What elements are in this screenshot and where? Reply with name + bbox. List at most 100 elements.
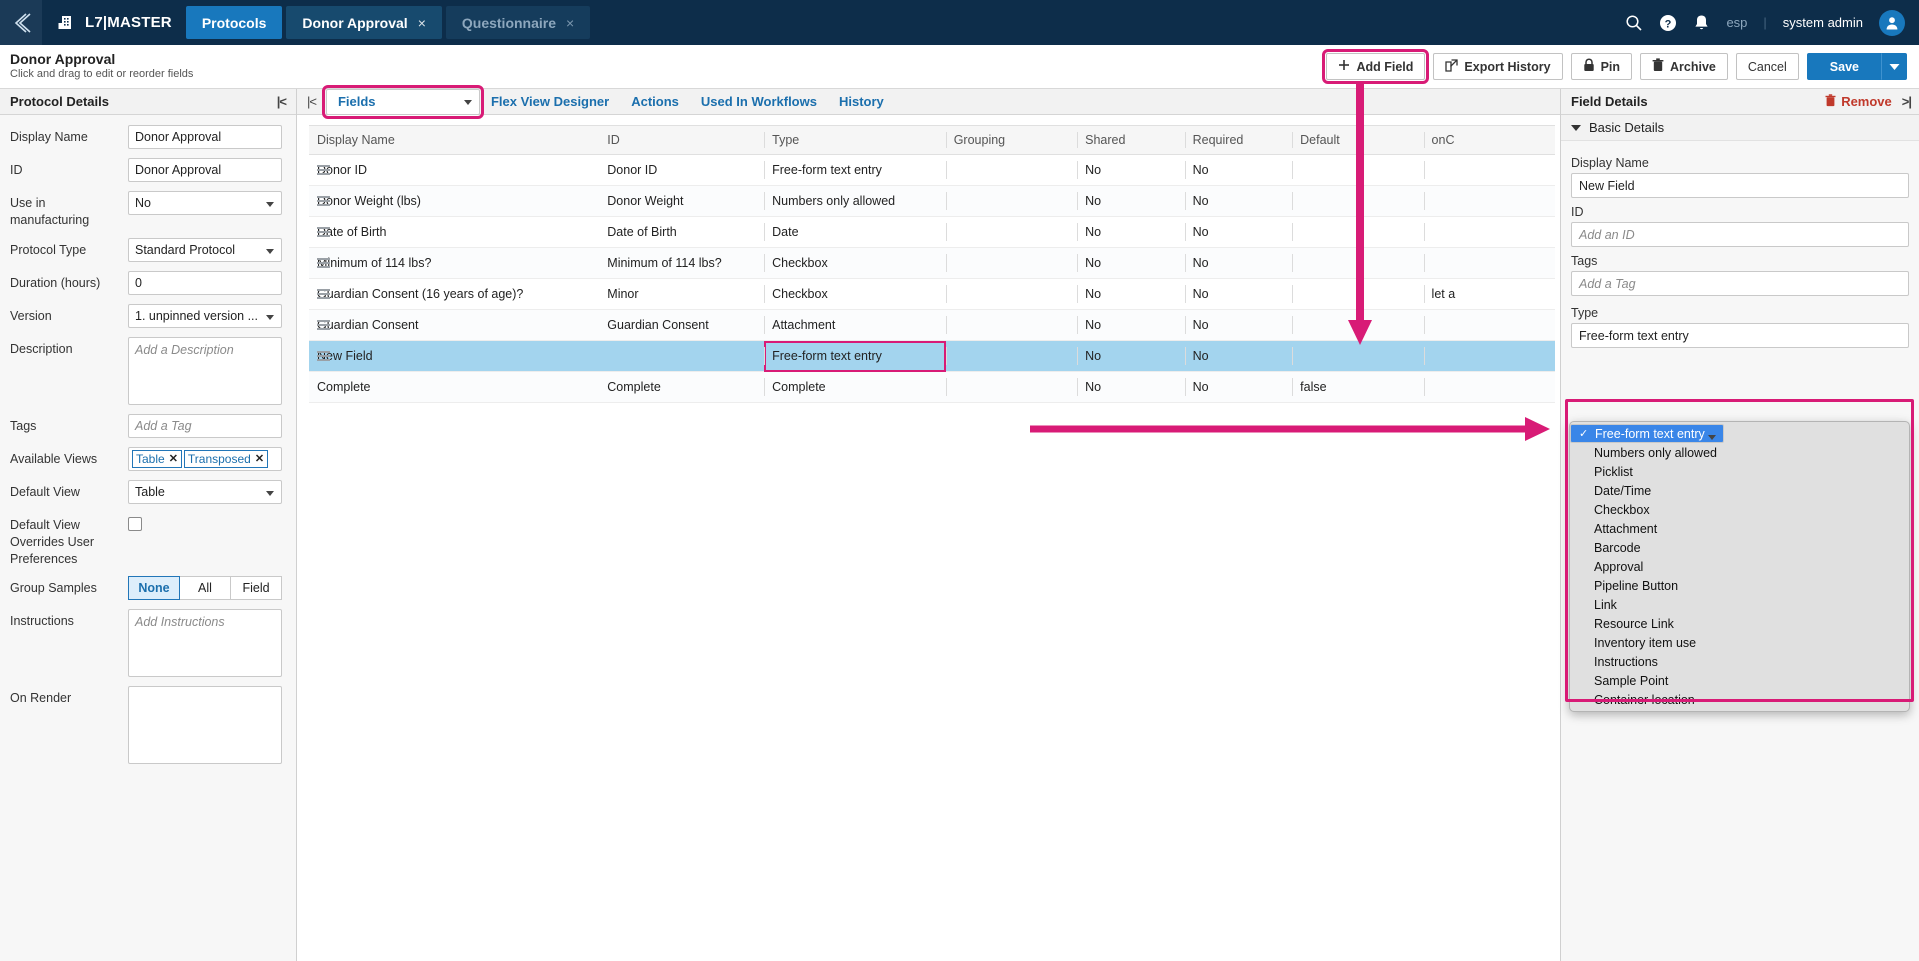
- pin-button[interactable]: Pin: [1570, 53, 1633, 80]
- avatar[interactable]: [1879, 9, 1905, 36]
- type-option-resource-link[interactable]: Resource Link: [1570, 614, 1909, 633]
- collapse-right-icon[interactable]: >|: [1902, 94, 1912, 109]
- type-option-picklist[interactable]: Picklist: [1570, 462, 1909, 481]
- col-grouping[interactable]: Grouping: [945, 125, 1078, 155]
- drag-handle-icon[interactable]: [317, 289, 330, 299]
- default-view-override-checkbox[interactable]: [128, 516, 142, 531]
- tab-fields[interactable]: Fields: [321, 84, 484, 119]
- collapse-left-icon[interactable]: |<: [301, 94, 326, 109]
- close-icon[interactable]: ×: [566, 15, 574, 31]
- drag-handle-icon[interactable]: [317, 165, 330, 175]
- drag-handle-icon[interactable]: [317, 320, 330, 330]
- language-selector[interactable]: esp: [1726, 15, 1747, 30]
- type-option-numbers-only-allowed[interactable]: Numbers only allowed: [1570, 443, 1909, 462]
- available-views-chips[interactable]: Table ✕ Transposed ✕: [128, 446, 282, 471]
- nav-tab-protocols[interactable]: Protocols: [185, 6, 283, 39]
- default-view-select[interactable]: Table: [128, 479, 282, 504]
- table-row[interactable]: Complete Complete Complete No No false: [309, 371, 1555, 403]
- type-option-link[interactable]: Link: [1570, 595, 1909, 614]
- group-samples-option-all[interactable]: All: [180, 576, 231, 601]
- field-default-view-override: Default View Overrides User Preferences: [10, 513, 282, 568]
- nav-back-button[interactable]: [0, 0, 42, 45]
- type-option-free-form-text-entry[interactable]: Free-form text entry: [1570, 424, 1724, 443]
- group-samples-option-field[interactable]: Field: [231, 576, 282, 601]
- drag-handle-icon[interactable]: [317, 351, 330, 361]
- table-row[interactable]: Minimum of 114 lbs? Minimum of 114 lbs? …: [309, 247, 1555, 279]
- col-shared[interactable]: Shared: [1077, 125, 1185, 155]
- type-option-instructions[interactable]: Instructions: [1570, 652, 1909, 671]
- remove-button[interactable]: Remove: [1825, 93, 1892, 110]
- on-render-editor[interactable]: [128, 686, 282, 765]
- type-option-date-time[interactable]: Date/Time: [1570, 481, 1909, 500]
- fd-display-name-input[interactable]: New Field: [1571, 173, 1909, 198]
- table-row-selected[interactable]: New Field Free-form text entry No No: [309, 340, 1555, 372]
- duration-input[interactable]: 0: [128, 270, 282, 295]
- type-option-checkbox[interactable]: Checkbox: [1570, 500, 1909, 519]
- user-avatar-icon: [1886, 16, 1898, 29]
- col-required[interactable]: Required: [1184, 125, 1293, 155]
- export-history-button[interactable]: Export History: [1433, 53, 1563, 80]
- type-dropdown-list[interactable]: Free-form text entry Numbers only allowe…: [1569, 421, 1910, 712]
- type-option-barcode[interactable]: Barcode: [1570, 538, 1909, 557]
- use-in-manufacturing-select[interactable]: No: [128, 191, 282, 215]
- tab-actions[interactable]: Actions: [620, 89, 690, 115]
- drag-handle-icon[interactable]: [317, 196, 330, 206]
- table-row[interactable]: Guardian Consent Guardian Consent Attach…: [309, 309, 1555, 341]
- close-icon[interactable]: ×: [418, 15, 426, 31]
- table-row[interactable]: Donor Weight (lbs) Donor Weight Numbers …: [309, 185, 1555, 217]
- row-type[interactable]: Free-form text entry: [764, 340, 946, 372]
- table-row[interactable]: Guardian Consent (16 years of age)? Mino…: [309, 278, 1555, 310]
- col-default[interactable]: Default: [1292, 125, 1424, 155]
- nav-tab-donor-approval[interactable]: Donor Approval ×: [286, 6, 442, 39]
- row-onchange: [1423, 371, 1555, 403]
- fd-tags-input[interactable]: Add a Tag: [1571, 271, 1909, 296]
- type-option-attachment[interactable]: Attachment: [1570, 519, 1909, 538]
- add-field-button[interactable]: Add Field: [1322, 49, 1430, 84]
- tab-history[interactable]: History: [828, 89, 895, 115]
- id-input[interactable]: Donor Approval: [128, 158, 282, 182]
- close-icon[interactable]: ✕: [255, 452, 264, 465]
- type-option-approval[interactable]: Approval: [1570, 557, 1909, 576]
- row-required: No: [1184, 154, 1293, 186]
- description-textarea[interactable]: Add a Description: [128, 336, 282, 405]
- save-dropdown-button[interactable]: [1881, 53, 1907, 80]
- tab-flex-view-designer[interactable]: Flex View Designer: [480, 89, 620, 115]
- help-circle-icon[interactable]: ?: [1659, 14, 1677, 32]
- type-option-pipeline-button[interactable]: Pipeline Button: [1570, 576, 1909, 595]
- cancel-button[interactable]: Cancel: [1735, 53, 1799, 80]
- close-icon[interactable]: ✕: [169, 452, 178, 465]
- drag-handle-icon[interactable]: [317, 258, 330, 268]
- basic-details-section-header[interactable]: Basic Details: [1561, 115, 1919, 141]
- protocol-type-select[interactable]: Standard Protocol: [128, 237, 282, 262]
- table-row[interactable]: Donor ID Donor ID Free-form text entry N…: [309, 154, 1555, 186]
- collapse-left-icon[interactable]: |<: [277, 94, 287, 109]
- display-name-input[interactable]: Donor Approval: [128, 125, 282, 149]
- nav-tab-questionnaire[interactable]: Questionnaire ×: [445, 6, 591, 39]
- bell-icon[interactable]: [1693, 14, 1710, 32]
- drag-handle-icon[interactable]: [317, 227, 330, 237]
- col-display-name[interactable]: Display Name: [309, 125, 600, 155]
- search-icon[interactable]: [1625, 14, 1643, 32]
- save-button[interactable]: Save: [1806, 53, 1881, 80]
- table-row[interactable]: Date of Birth Date of Birth Date No No: [309, 216, 1555, 248]
- chip-table[interactable]: Table ✕: [132, 449, 182, 468]
- row-required: No: [1184, 371, 1293, 403]
- col-onchange[interactable]: onC: [1423, 125, 1555, 155]
- archive-button[interactable]: Archive: [1640, 53, 1728, 80]
- default-view-label: Default View: [10, 484, 80, 499]
- duration-label: Duration (hours): [10, 275, 101, 290]
- type-option-sample-point[interactable]: Sample Point: [1570, 671, 1909, 690]
- instructions-textarea[interactable]: Add Instructions: [128, 609, 282, 678]
- type-option-inventory-item-use[interactable]: Inventory item use: [1570, 633, 1909, 652]
- version-select[interactable]: 1. unpinned version ...: [128, 303, 282, 328]
- fd-type-select[interactable]: Free-form text entry: [1571, 323, 1909, 348]
- fd-id-input[interactable]: Add an ID: [1571, 222, 1909, 247]
- tab-used-in-workflows[interactable]: Used In Workflows: [690, 89, 828, 115]
- basic-details-label: Basic Details: [1589, 120, 1665, 135]
- group-samples-option-none[interactable]: None: [128, 576, 180, 601]
- chip-transposed[interactable]: Transposed ✕: [183, 449, 269, 468]
- type-option-container-location[interactable]: Container location: [1570, 690, 1909, 709]
- col-id[interactable]: ID: [599, 125, 765, 155]
- tags-input[interactable]: Add a Tag: [128, 413, 282, 438]
- col-type[interactable]: Type: [764, 125, 946, 155]
